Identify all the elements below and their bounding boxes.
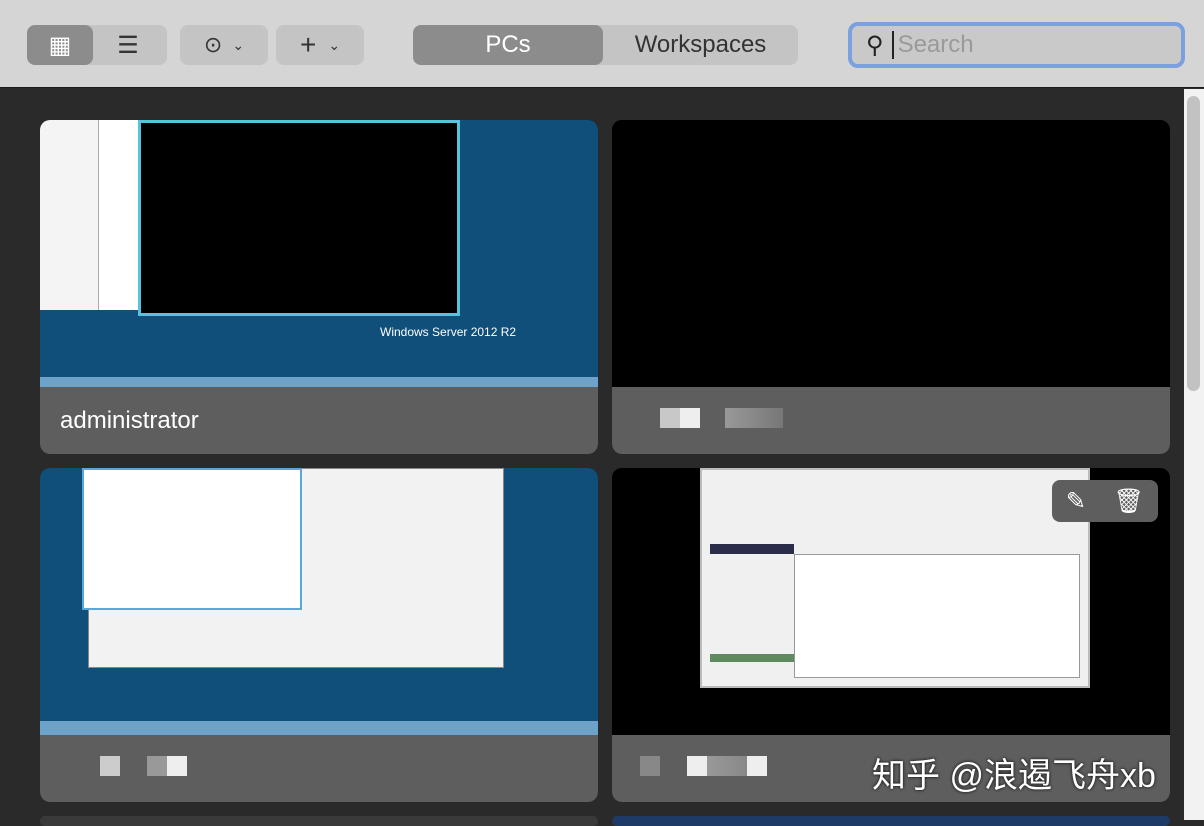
os-badge: Windows Server 2012 R2 bbox=[380, 325, 517, 339]
search-field[interactable]: ⚲ bbox=[848, 22, 1185, 68]
search-input[interactable] bbox=[891, 31, 1152, 59]
watermark: 知乎 @浪遏飞舟xb bbox=[872, 757, 1156, 795]
pc-card[interactable] bbox=[40, 816, 598, 826]
chevron-down-icon: ⌄ bbox=[232, 36, 245, 53]
add-menu-button[interactable]: + ⌄ bbox=[276, 25, 364, 65]
tab-pcs[interactable]: PCs bbox=[413, 25, 603, 65]
pc-thumbnail: Windows Server 2012 R2 bbox=[40, 120, 598, 387]
list-view-button[interactable]: ☰ bbox=[93, 25, 163, 65]
pc-card[interactable] bbox=[612, 120, 1170, 454]
explorer-pane bbox=[98, 120, 138, 310]
view-toggle: ▦ ☰ bbox=[27, 25, 167, 65]
pc-card[interactable] bbox=[40, 468, 598, 802]
trash-icon[interactable]: 🗑 bbox=[1114, 487, 1144, 516]
grid-icon: ▦ bbox=[48, 31, 72, 59]
pc-name: administrator bbox=[40, 387, 598, 454]
task-manager-window bbox=[82, 468, 302, 610]
pc-thumbnail bbox=[40, 468, 598, 735]
source-tabs: PCs Workspaces bbox=[413, 25, 798, 65]
pc-thumbnail: ✎ 🗑 bbox=[612, 468, 1170, 735]
terminal-window bbox=[138, 120, 460, 316]
card-actions: ✎ 🗑 bbox=[1052, 480, 1158, 522]
more-menu-button[interactable]: ⊙ ⌄ bbox=[180, 25, 268, 65]
ellipsis-circle-icon: ⊙ bbox=[203, 32, 223, 57]
log-window bbox=[700, 468, 1090, 688]
pc-name-redacted bbox=[612, 387, 1170, 454]
pencil-icon[interactable]: ✎ bbox=[1066, 487, 1086, 516]
list-icon: ☰ bbox=[117, 31, 139, 59]
scrollbar-thumb[interactable] bbox=[1187, 96, 1200, 391]
pc-card[interactable] bbox=[612, 816, 1170, 826]
chevron-down-icon: ⌄ bbox=[328, 36, 341, 53]
grid-view-button[interactable]: ▦ bbox=[27, 25, 93, 65]
taskbar bbox=[40, 721, 598, 735]
pc-name-redacted bbox=[40, 735, 598, 802]
search-icon: ⚲ bbox=[866, 31, 884, 59]
plus-icon: + bbox=[299, 29, 317, 60]
pc-thumbnail bbox=[612, 120, 1170, 387]
toolbar: ▦ ☰ ⊙ ⌄ + ⌄ PCs Workspaces ⚲ bbox=[0, 0, 1204, 88]
taskbar bbox=[40, 377, 598, 387]
pc-card-administrator[interactable]: Windows Server 2012 R2 administrator bbox=[40, 120, 598, 454]
tab-workspaces[interactable]: Workspaces bbox=[603, 25, 798, 65]
